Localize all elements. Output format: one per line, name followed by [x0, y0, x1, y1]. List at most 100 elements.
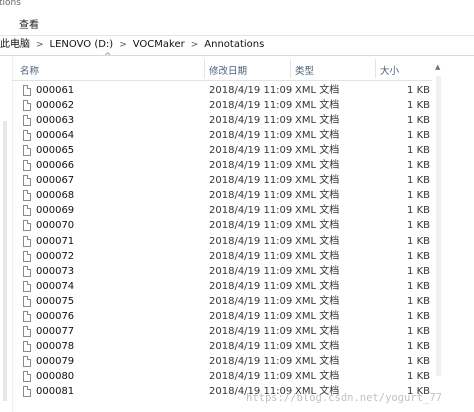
file-type: XML 文档 [295, 175, 340, 187]
file-modified: 2018/4/19 11:09 [209, 370, 293, 382]
file-name: 000071 [36, 235, 75, 247]
table-row[interactable]: 000065 2018/4/19 11:09 XML 文档 1 KB [12, 143, 432, 158]
file-type: XML 文档 [295, 340, 340, 352]
file-size: 1 KB [407, 295, 430, 307]
xml-file-icon [23, 310, 31, 322]
table-row[interactable]: 000078 2018/4/19 11:09 XML 文档 1 KB [12, 339, 432, 354]
file-name: 000067 [36, 175, 75, 187]
column-header-modified[interactable]: 修改日期 [209, 63, 247, 77]
file-size: 1 KB [407, 310, 430, 322]
file-size: 1 KB [407, 130, 430, 142]
file-type: XML 文档 [295, 370, 340, 382]
file-modified: 2018/4/19 11:09 [209, 355, 293, 367]
xml-file-icon [23, 250, 31, 262]
file-size: 1 KB [407, 280, 430, 292]
table-row[interactable]: 000077 2018/4/19 11:09 XML 文档 1 KB [12, 324, 432, 339]
file-size: 1 KB [407, 265, 430, 277]
ribbon: 查看 [0, 10, 474, 36]
file-modified: 2018/4/19 11:09 [209, 340, 293, 352]
nav-scrollbar-thumb[interactable] [3, 121, 7, 401]
xml-file-icon [23, 386, 31, 397]
table-row[interactable]: 000064 2018/4/19 11:09 XML 文档 1 KB [12, 128, 432, 143]
file-modified: 2018/4/19 11:09 [209, 250, 293, 262]
xml-file-icon [23, 235, 31, 247]
file-type: XML 文档 [295, 220, 340, 232]
column-divider[interactable] [290, 59, 291, 78]
file-type: XML 文档 [295, 325, 340, 337]
file-type: XML 文档 [295, 85, 340, 96]
file-name: 000068 [36, 190, 75, 202]
table-row[interactable]: 000066 2018/4/19 11:09 XML 文档 1 KB [12, 158, 432, 173]
watermark: https://blog.csdn.net/yogurt_77 [246, 392, 442, 404]
chevron-right-icon[interactable]: > [113, 40, 133, 50]
file-name: 000072 [36, 250, 75, 262]
table-row[interactable]: 000074 2018/4/19 11:09 XML 文档 1 KB [12, 279, 432, 294]
table-row[interactable]: 000070 2018/4/19 11:09 XML 文档 1 KB [12, 218, 432, 233]
file-name: 000069 [36, 205, 75, 217]
file-name: 000064 [36, 130, 75, 142]
file-modified: 2018/4/19 11:09 [209, 280, 293, 292]
file-size: 1 KB [407, 205, 430, 217]
file-modified: 2018/4/19 11:09 [209, 205, 293, 217]
column-divider[interactable] [375, 59, 376, 78]
file-modified: 2018/4/19 11:09 [209, 265, 293, 277]
xml-file-icon [23, 265, 31, 277]
table-row[interactable]: 000076 2018/4/19 11:09 XML 文档 1 KB [12, 309, 432, 324]
xml-file-icon [23, 280, 31, 292]
scroll-up-icon[interactable]: ▲ [435, 63, 440, 71]
file-modified: 2018/4/19 11:09 [209, 235, 293, 247]
column-header-name[interactable]: 名称 [20, 63, 39, 77]
xml-file-icon [23, 115, 31, 127]
file-size: 1 KB [407, 100, 430, 112]
xml-file-icon [23, 160, 31, 172]
file-name: 000063 [36, 115, 75, 127]
file-type: XML 文档 [295, 250, 340, 262]
breadcrumb-this-pc[interactable]: 此电脑 [0, 39, 30, 50]
breadcrumb-vocmaker[interactable]: VOCMaker [133, 39, 185, 50]
breadcrumb-annotations[interactable]: Annotations [204, 39, 264, 50]
scrollbar-thumb[interactable] [436, 76, 441, 376]
table-row[interactable]: 000063 2018/4/19 11:09 XML 文档 1 KB [12, 113, 432, 128]
vertical-scrollbar[interactable]: ▲ [432, 56, 446, 412]
xml-file-icon [23, 325, 31, 337]
file-modified: 2018/4/19 11:09 [209, 145, 293, 157]
file-name: 000076 [36, 310, 75, 322]
file-list: 000061 2018/4/19 11:09 XML 文档 1 KB 000062 201… [12, 80, 432, 412]
file-modified: 2018/4/19 11:09 [209, 175, 293, 187]
file-size: 1 KB [407, 145, 430, 157]
file-modified: 2018/4/19 11:09 [209, 190, 293, 202]
breadcrumb-drive[interactable]: LENOVO (D:) [50, 39, 114, 50]
xml-file-icon [23, 370, 31, 382]
table-row[interactable]: 000071 2018/4/19 11:09 XML 文档 1 KB [12, 234, 432, 249]
chevron-right-icon[interactable]: > [185, 40, 205, 50]
chevron-right-icon[interactable]: > [30, 40, 50, 50]
table-row[interactable]: 000080 2018/4/19 11:09 XML 文档 1 KB [12, 369, 432, 384]
file-size: 1 KB [407, 250, 430, 262]
table-row[interactable]: 000075 2018/4/19 11:09 XML 文档 1 KB [12, 294, 432, 309]
xml-file-icon [23, 100, 31, 112]
table-row[interactable]: 000068 2018/4/19 11:09 XML 文档 1 KB [12, 188, 432, 203]
file-name: 000070 [36, 220, 75, 232]
table-row[interactable]: 000061 2018/4/19 11:09 XML 文档 1 KB [12, 83, 432, 98]
table-row[interactable]: 000073 2018/4/19 11:09 XML 文档 1 KB [12, 264, 432, 279]
window-title-text: tions [0, 0, 21, 8]
file-type: XML 文档 [295, 295, 340, 307]
file-type: XML 文档 [295, 310, 340, 322]
table-row[interactable]: 000067 2018/4/19 11:09 XML 文档 1 KB [12, 173, 432, 188]
file-type: XML 文档 [295, 115, 340, 127]
file-size: 1 KB [407, 85, 430, 96]
file-name: 000074 [36, 280, 75, 292]
table-row[interactable]: 000069 2018/4/19 11:09 XML 文档 1 KB [12, 203, 432, 218]
file-name: 000065 [36, 145, 75, 157]
column-header-type[interactable]: 类型 [295, 63, 314, 77]
file-size: 1 KB [407, 115, 430, 127]
table-row[interactable]: 000072 2018/4/19 11:09 XML 文档 1 KB [12, 249, 432, 264]
column-header-size[interactable]: 大小 [380, 63, 399, 77]
tab-view[interactable]: 查看 [19, 16, 39, 31]
column-divider[interactable] [204, 59, 205, 78]
xml-file-icon [23, 145, 31, 157]
breadcrumb[interactable]: 此电脑 > LENOVO (D:) > VOCMaker > Annotations [0, 35, 474, 56]
file-size: 1 KB [407, 235, 430, 247]
table-row[interactable]: 000079 2018/4/19 11:09 XML 文档 1 KB [12, 354, 432, 369]
table-row[interactable]: 000062 2018/4/19 11:09 XML 文档 1 KB [12, 98, 432, 113]
